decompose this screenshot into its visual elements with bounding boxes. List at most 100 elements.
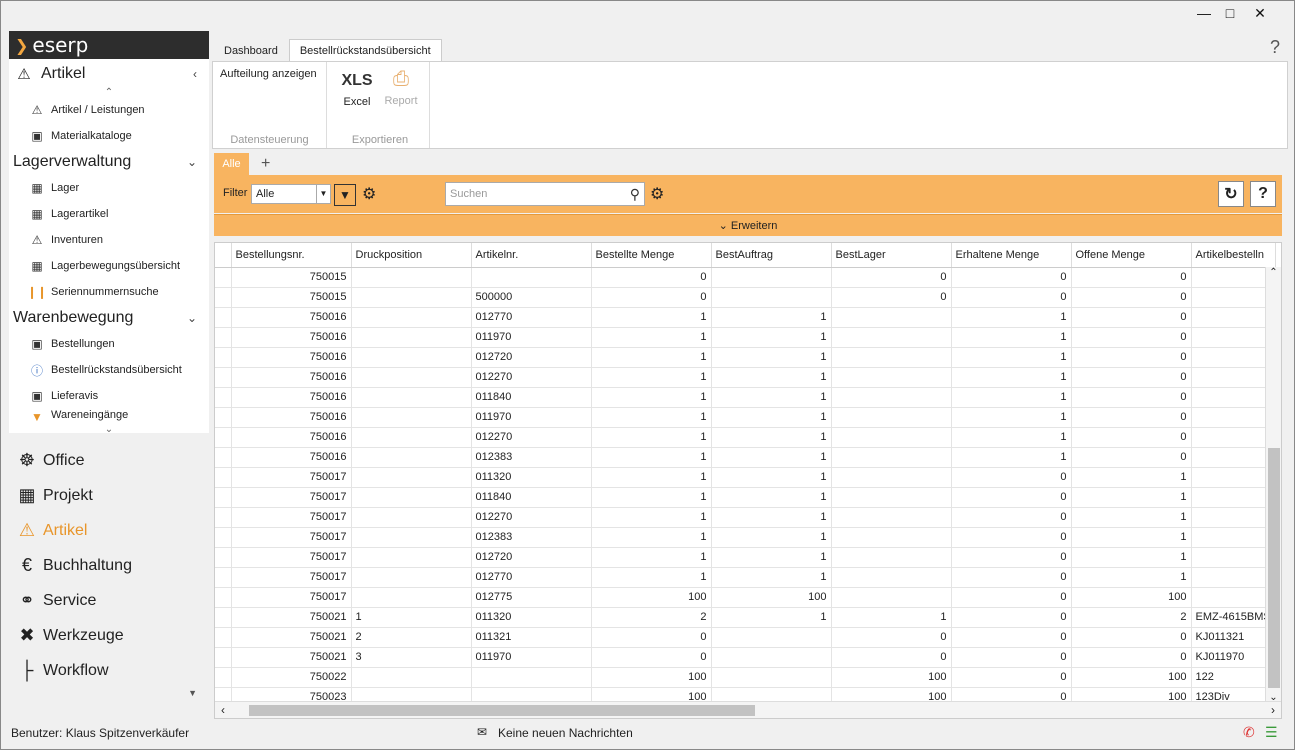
gear-icon[interactable]: ⚙ xyxy=(362,184,376,204)
table-cell[interactable]: 1 xyxy=(951,327,1072,348)
table-row[interactable]: 750016 011970 1 1 1 0 xyxy=(215,327,1276,348)
tree-item-lieferavis[interactable]: ▣ Lieferavis xyxy=(9,383,209,409)
nav-buchhaltung[interactable]: € Buchhaltung xyxy=(9,548,209,583)
table-cell[interactable]: 1 xyxy=(591,547,712,568)
table-cell[interactable]: 1 xyxy=(711,367,832,388)
table-cell[interactable] xyxy=(711,267,832,288)
table-cell[interactable] xyxy=(831,307,952,328)
table-cell[interactable] xyxy=(1191,587,1276,608)
chevron-down-icon[interactable]: ⌄ xyxy=(187,311,197,325)
table-cell[interactable]: 0 xyxy=(951,287,1072,308)
table-cell[interactable] xyxy=(1191,447,1276,468)
table-cell[interactable]: 750016 xyxy=(231,367,352,388)
phone-icon[interactable]: ✆ xyxy=(1243,724,1255,741)
table-cell[interactable]: 011970 xyxy=(471,407,592,428)
row-indicator[interactable] xyxy=(215,647,232,668)
table-cell[interactable] xyxy=(1191,427,1276,448)
row-indicator[interactable] xyxy=(215,287,232,308)
table-cell[interactable]: 012775 xyxy=(471,587,592,608)
messages-label[interactable]: Keine neuen Nachrichten xyxy=(498,726,633,740)
table-row[interactable]: 750016 011840 1 1 1 0 xyxy=(215,387,1276,408)
table-cell[interactable] xyxy=(1191,507,1276,528)
sidebar-header-artikel[interactable]: ⚠ Artikel ‹ xyxy=(9,59,209,89)
table-cell[interactable]: 1 xyxy=(711,387,832,408)
chevron-down-icon[interactable]: ⌄ xyxy=(187,155,197,169)
table-cell[interactable] xyxy=(1191,327,1276,348)
table-cell[interactable]: 1 xyxy=(951,427,1072,448)
table-cell[interactable]: 750017 xyxy=(231,547,352,568)
table-row[interactable]: 750016 012270 1 1 1 0 xyxy=(215,367,1276,388)
table-cell[interactable]: 100 xyxy=(831,667,952,688)
tree-item-lagerartikel[interactable]: ▦ Lagerartikel xyxy=(9,201,209,227)
grid-tab-alle[interactable]: Alle xyxy=(214,153,249,175)
table-cell[interactable]: 750017 xyxy=(231,507,352,528)
table-row[interactable]: 750022 100 100 0 100 122 xyxy=(215,667,1276,688)
tab-dashboard[interactable]: Dashboard xyxy=(213,39,289,61)
table-cell[interactable]: 1 xyxy=(591,307,712,328)
report-button[interactable]: ⎙ Report xyxy=(381,68,421,107)
row-indicator[interactable] xyxy=(215,467,232,488)
table-cell[interactable]: 0 xyxy=(591,627,712,648)
table-cell[interactable]: 1 xyxy=(711,427,832,448)
table-cell[interactable] xyxy=(831,527,952,548)
row-indicator[interactable] xyxy=(215,587,232,608)
table-row[interactable]: 750017 012720 1 1 0 1 xyxy=(215,547,1276,568)
table-cell[interactable]: 100 xyxy=(1071,667,1192,688)
table-cell[interactable]: 1 xyxy=(711,447,832,468)
table-cell[interactable]: 0 xyxy=(951,567,1072,588)
table-row[interactable]: 750017 012775 100 100 0 100 xyxy=(215,587,1276,608)
table-cell[interactable]: 1 xyxy=(711,347,832,368)
table-cell[interactable]: 1 xyxy=(1071,487,1192,508)
table-cell[interactable]: 011840 xyxy=(471,487,592,508)
help-icon[interactable]: ? xyxy=(1270,37,1280,58)
table-cell[interactable] xyxy=(351,487,472,508)
table-cell[interactable]: 1 xyxy=(1071,467,1192,488)
table-cell[interactable] xyxy=(351,267,472,288)
table-row[interactable]: 750016 012383 1 1 1 0 xyxy=(215,447,1276,468)
refresh-icon[interactable]: ↻ xyxy=(1218,181,1244,207)
table-cell[interactable]: 012270 xyxy=(471,427,592,448)
table-cell[interactable]: 2 xyxy=(351,627,472,648)
table-cell[interactable] xyxy=(831,407,952,428)
table-cell[interactable]: 1 xyxy=(591,507,712,528)
table-cell[interactable]: 1 xyxy=(591,427,712,448)
collapse-icon[interactable]: ‹ xyxy=(193,67,197,81)
table-cell[interactable]: 750021 xyxy=(231,647,352,668)
table-cell[interactable]: 0 xyxy=(831,267,952,288)
table-cell[interactable]: 1 xyxy=(591,347,712,368)
table-cell[interactable]: 1 xyxy=(591,487,712,508)
tab-bestellrueckstand[interactable]: Bestellrückstandsübersicht xyxy=(288,39,442,61)
table-cell[interactable]: 012383 xyxy=(471,447,592,468)
nav-service[interactable]: ⚭ Service xyxy=(9,583,209,618)
table-cell[interactable] xyxy=(1191,527,1276,548)
table-cell[interactable] xyxy=(1191,287,1276,308)
nav-overflow-icon[interactable]: ▼ xyxy=(9,688,209,698)
table-cell[interactable]: 750015 xyxy=(231,287,352,308)
table-cell[interactable] xyxy=(831,507,952,528)
table-cell[interactable]: 1 xyxy=(711,407,832,428)
table-cell[interactable]: 011970 xyxy=(471,647,592,668)
table-cell[interactable]: 0 xyxy=(1071,347,1192,368)
table-cell[interactable]: 1 xyxy=(1071,567,1192,588)
table-cell[interactable]: 1 xyxy=(591,527,712,548)
table-cell[interactable]: KJ011970 xyxy=(1191,647,1276,668)
table-cell[interactable]: 0 xyxy=(1071,367,1192,388)
row-indicator[interactable] xyxy=(215,387,232,408)
tree-item-bestellrueckstand[interactable]: ⓘ Bestellrückstandsübersicht xyxy=(9,357,209,383)
aufteilung-button[interactable]: Aufteilung anzeigen xyxy=(213,62,326,80)
table-cell[interactable]: 0 xyxy=(951,487,1072,508)
table-cell[interactable]: 1 xyxy=(591,467,712,488)
column-header[interactable]: BestLager xyxy=(831,243,952,268)
table-cell[interactable]: 750022 xyxy=(231,667,352,688)
table-cell[interactable]: 750021 xyxy=(231,627,352,648)
table-cell[interactable]: 750017 xyxy=(231,567,352,588)
table-cell[interactable] xyxy=(1191,367,1276,388)
table-row[interactable]: 750021 2 011321 0 0 0 0 KJ011321 xyxy=(215,627,1276,648)
table-cell[interactable]: 1 xyxy=(591,327,712,348)
table-cell[interactable] xyxy=(1191,467,1276,488)
table-cell[interactable]: 1 xyxy=(711,307,832,328)
table-cell[interactable] xyxy=(831,427,952,448)
tree-item-lagerbewegung[interactable]: ▦ Lagerbewegungsübersicht xyxy=(9,253,209,279)
row-indicator[interactable] xyxy=(215,487,232,508)
row-indicator[interactable] xyxy=(215,427,232,448)
